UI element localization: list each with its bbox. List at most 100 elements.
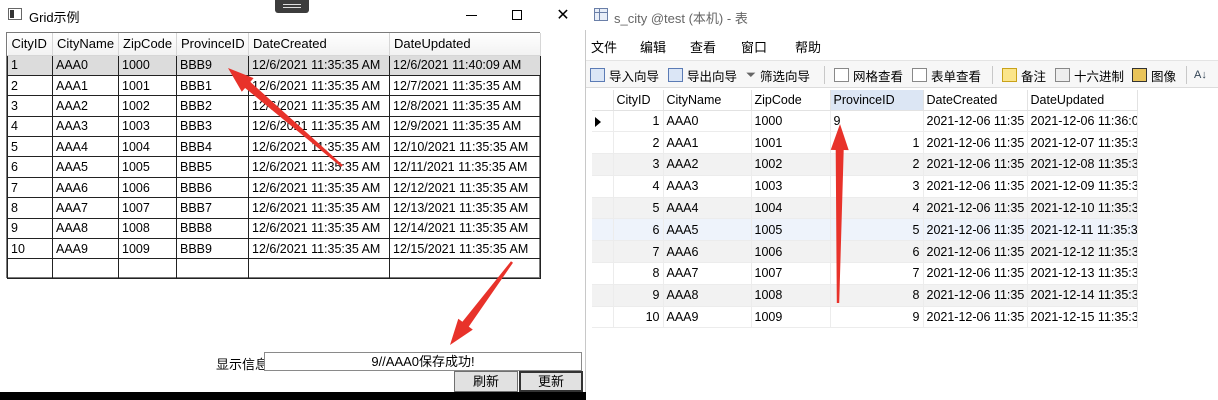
- table-cell-cityname[interactable]: AAA7: [663, 262, 752, 285]
- grid-cell-dateupdated[interactable]: 12/7/2021 11:35:35 AM: [389, 74, 541, 97]
- row-indicator[interactable]: [592, 306, 614, 329]
- table-cell-zipcode[interactable]: 1002: [751, 153, 831, 176]
- table-column-header-cityid[interactable]: CityID: [613, 90, 664, 111]
- grid-cell-dateupdated[interactable]: 12/14/2021 11:35:35 AM: [389, 217, 541, 240]
- table-cell-datecreated[interactable]: 2021-12-06 11:35: [923, 262, 1028, 285]
- grid-row[interactable]: 6 AAA5 1005 BBB5 12/6/2021 11:35:35 AM 12/11/…: [7, 156, 541, 178]
- menu-edit[interactable]: 编辑: [640, 37, 666, 56]
- table-cell-cityid[interactable]: 5: [613, 197, 664, 220]
- form-view-button[interactable]: 表单查看: [912, 66, 981, 84]
- refresh-button[interactable]: 刷新: [454, 371, 518, 392]
- table-cell-provinceid[interactable]: 8: [830, 284, 924, 307]
- column-header-cityname[interactable]: CityName: [52, 33, 119, 56]
- grid-empty-cell[interactable]: [176, 258, 249, 280]
- table-cell-cityname[interactable]: AAA3: [663, 175, 752, 198]
- row-indicator[interactable]: [592, 175, 614, 198]
- table-cell-datecreated[interactable]: 2021-12-06 11:35: [923, 175, 1028, 198]
- row-indicator[interactable]: [592, 131, 614, 155]
- grid-row[interactable]: 2 AAA1 1001 BBB1 12/6/2021 11:35:35 AM 12/7/2…: [7, 74, 541, 97]
- grid-cell-provinceid[interactable]: BBB1: [176, 74, 249, 97]
- table-row[interactable]: 4 AAA3 1003 3 2021-12-06 11:35 2021-12-09 11:…: [592, 175, 1138, 198]
- grid-empty-cell[interactable]: [118, 258, 177, 280]
- grid-cell-zipcode[interactable]: 1006: [118, 176, 177, 199]
- table-cell-datecreated[interactable]: 2021-12-06 11:35: [923, 110, 1028, 133]
- info-textbox[interactable]: 9//AAA0保存成功!: [264, 352, 582, 371]
- table-cell-dateupdated[interactable]: 2021-12-15 11:35:3: [1027, 306, 1138, 329]
- grid-cell-dateupdated[interactable]: 12/15/2021 11:35:35 AM: [389, 238, 541, 260]
- grid-cell-cityname[interactable]: AAA3: [52, 115, 119, 138]
- grid-cell-datecreated[interactable]: 12/6/2021 11:35:35 AM: [248, 197, 390, 219]
- grid-cell-zipcode[interactable]: 1002: [118, 95, 177, 117]
- table-cell-zipcode[interactable]: 1009: [751, 306, 831, 329]
- grid-cell-provinceid[interactable]: BBB2: [176, 95, 249, 117]
- export-wizard-button[interactable]: 导出向导: [668, 66, 737, 84]
- grid-cell-cityid[interactable]: 9: [7, 217, 53, 240]
- table-cell-dateupdated[interactable]: 2021-12-09 11:35:3: [1027, 175, 1138, 198]
- grid-cell-dateupdated[interactable]: 12/10/2021 11:35:35 AM: [389, 136, 541, 158]
- table-cell-cityid[interactable]: 4: [613, 175, 664, 198]
- row-indicator[interactable]: [592, 197, 614, 220]
- grid-cell-datecreated[interactable]: 12/6/2021 11:35:35 AM: [248, 74, 390, 97]
- column-header-cityid[interactable]: CityID: [7, 33, 53, 56]
- grid-cell-cityid[interactable]: 4: [7, 115, 53, 138]
- grid-cell-dateupdated[interactable]: 12/9/2021 11:35:35 AM: [389, 115, 541, 138]
- table-cell-dateupdated[interactable]: 2021-12-08 11:35:3: [1027, 153, 1138, 176]
- grid-cell-cityname[interactable]: AAA8: [52, 217, 119, 240]
- column-header-datecreated[interactable]: DateCreated: [248, 33, 390, 56]
- table-cell-dateupdated[interactable]: 2021-12-14 11:35:3: [1027, 284, 1138, 307]
- menu-window[interactable]: 窗口: [741, 37, 767, 56]
- grid-cell-datecreated[interactable]: 12/6/2021 11:35:35 AM: [248, 136, 390, 158]
- table-cell-cityname[interactable]: AAA0: [663, 110, 752, 133]
- grid-cell-provinceid[interactable]: BBB7: [176, 197, 249, 219]
- menu-help[interactable]: 帮助: [795, 37, 821, 56]
- grid-empty-cell[interactable]: [248, 258, 390, 280]
- row-indicator[interactable]: [592, 240, 614, 264]
- table-row[interactable]: 1 AAA0 1000 9 2021-12-06 11:35 2021-12-06 11:…: [592, 110, 1138, 133]
- table-cell-datecreated[interactable]: 2021-12-06 11:35: [923, 153, 1028, 176]
- grid-row[interactable]: 7 AAA6 1006 BBB6 12/6/2021 11:35:35 AM 12/12/…: [7, 176, 541, 199]
- grid-cell-datecreated[interactable]: 12/6/2021 11:35:35 AM: [248, 217, 390, 240]
- grid-row[interactable]: 5 AAA4 1004 BBB4 12/6/2021 11:35:35 AM 12/10/…: [7, 136, 541, 158]
- column-header-zipcode[interactable]: ZipCode: [118, 33, 177, 56]
- table-cell-cityid[interactable]: 2: [613, 131, 664, 155]
- table-cell-cityid[interactable]: 10: [613, 306, 664, 329]
- grid-cell-cityname[interactable]: AAA6: [52, 176, 119, 199]
- grid-cell-datecreated[interactable]: 12/6/2021 11:35:35 AM: [248, 115, 390, 138]
- table-cell-zipcode[interactable]: 1003: [751, 175, 831, 198]
- grid-cell-zipcode[interactable]: 1005: [118, 156, 177, 178]
- grid-cell-cityid[interactable]: 6: [7, 156, 53, 178]
- column-header-dateupdated[interactable]: DateUpdated: [389, 33, 541, 56]
- table-cell-dateupdated[interactable]: 2021-12-13 11:35:3: [1027, 262, 1138, 285]
- drag-handle-icon[interactable]: [275, 0, 309, 13]
- close-button[interactable]: ✕: [540, 0, 586, 30]
- table-row[interactable]: 5 AAA4 1004 4 2021-12-06 11:35 2021-12-10 11:…: [592, 197, 1138, 220]
- grid-cell-zipcode[interactable]: 1008: [118, 217, 177, 240]
- grid-cell-provinceid[interactable]: BBB4: [176, 136, 249, 158]
- grid-empty-cell[interactable]: [52, 258, 119, 280]
- table-cell-cityname[interactable]: AAA2: [663, 153, 752, 176]
- grid-row[interactable]: 9 AAA8 1008 BBB8 12/6/2021 11:35:35 AM 12/14/…: [7, 217, 541, 240]
- grid-cell-zipcode[interactable]: 1000: [118, 54, 177, 76]
- grid-cell-cityname[interactable]: AAA9: [52, 238, 119, 260]
- grid-cell-dateupdated[interactable]: 12/11/2021 11:35:35 AM: [389, 156, 541, 178]
- grid-cell-cityid[interactable]: 5: [7, 136, 53, 158]
- grid-new-row[interactable]: [7, 258, 541, 280]
- table-cell-cityname[interactable]: AAA5: [663, 218, 752, 242]
- table-cell-cityname[interactable]: AAA1: [663, 131, 752, 155]
- current-row-indicator-icon[interactable]: [592, 110, 614, 133]
- image-button[interactable]: 图像: [1132, 66, 1176, 84]
- maximize-button[interactable]: [494, 0, 540, 30]
- grid-cell-cityid[interactable]: 8: [7, 197, 53, 219]
- grid-cell-zipcode[interactable]: 1004: [118, 136, 177, 158]
- grid-cell-datecreated[interactable]: 12/6/2021 11:35:35 AM: [248, 176, 390, 199]
- table-row[interactable]: 3 AAA2 1002 2 2021-12-06 11:35 2021-12-08 11:…: [592, 153, 1138, 176]
- grid-cell-zipcode[interactable]: 1003: [118, 115, 177, 138]
- table-column-header-dateupdated[interactable]: DateUpdated: [1027, 90, 1138, 111]
- table-cell-provinceid[interactable]: 6: [830, 240, 924, 264]
- table-cell-zipcode[interactable]: 1001: [751, 131, 831, 155]
- grid-cell-datecreated[interactable]: 12/6/2021 11:35:35 AM: [248, 95, 390, 117]
- table-cell-provinceid[interactable]: 3: [830, 175, 924, 198]
- table-cell-cityname[interactable]: AAA4: [663, 197, 752, 220]
- grid-row[interactable]: 1 AAA0 1000 BBB9 12/6/2021 11:35:35 AM 12/6/2…: [7, 54, 541, 76]
- table-cell-dateupdated[interactable]: 2021-12-07 11:35:3: [1027, 131, 1138, 155]
